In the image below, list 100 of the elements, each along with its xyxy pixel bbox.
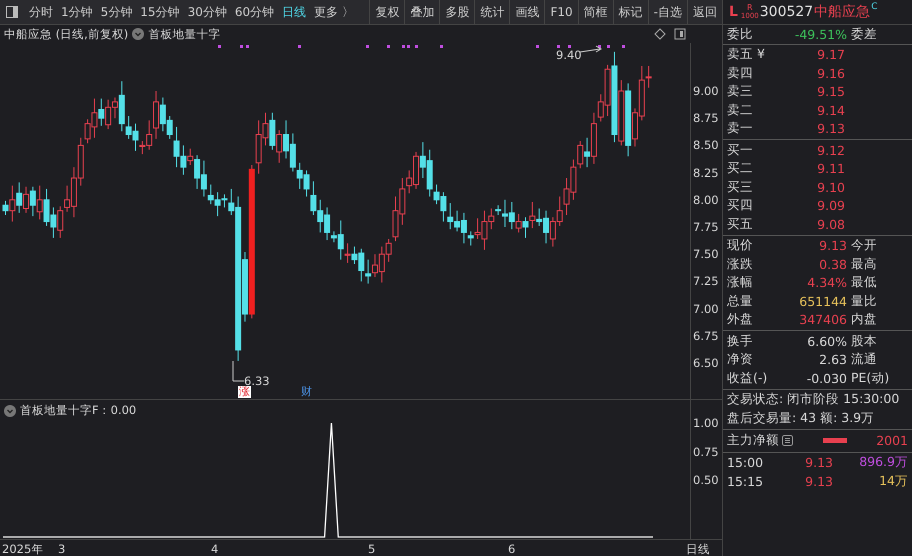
price-tick: 7.00 bbox=[693, 302, 719, 316]
ratio-value: -49.51% bbox=[794, 26, 847, 42]
class-letter: C bbox=[871, 2, 878, 12]
chart-title: 中船应急 (日线,前复权) bbox=[4, 26, 128, 42]
bid-price: 9.08 bbox=[816, 216, 845, 232]
period-tab[interactable]: 60分钟 bbox=[230, 4, 278, 20]
stat-value: 4.34% bbox=[806, 275, 847, 290]
ask-label: 卖三 bbox=[727, 83, 754, 100]
diamond-icon[interactable] bbox=[654, 28, 666, 40]
period-tab[interactable]: 日线 bbox=[278, 4, 310, 20]
stat-value: 6.60% bbox=[806, 334, 847, 349]
toolbar-button[interactable]: 复权 bbox=[369, 0, 404, 24]
ask-label: 卖五 ¥ bbox=[727, 46, 766, 64]
indicator-name: 首板地量十字F bbox=[20, 403, 99, 418]
flow-value: 2001 bbox=[876, 433, 908, 448]
price-tick: 9.00 bbox=[693, 84, 719, 98]
period-label: 日线 bbox=[686, 542, 710, 556]
stat-label: 换手 bbox=[727, 332, 754, 350]
price-tick: 6.75 bbox=[693, 328, 719, 343]
period-tab[interactable]: 1分钟 bbox=[57, 4, 97, 20]
price-tick: 7.75 bbox=[693, 220, 719, 234]
rank-letter: R bbox=[747, 4, 753, 12]
stat-value: 651144 bbox=[798, 294, 847, 309]
dropdown-icon[interactable] bbox=[4, 404, 16, 416]
stat-value: 2.63 bbox=[818, 352, 847, 368]
dropdown-icon[interactable] bbox=[132, 28, 144, 40]
stat-label: 总量 bbox=[727, 292, 754, 310]
bid-price: 9.12 bbox=[816, 142, 845, 158]
trade-status: 交易状态: 闭市阶段 15:30:00 bbox=[727, 391, 900, 408]
event-marker[interactable]: 涨 bbox=[238, 386, 251, 398]
list-icon[interactable] bbox=[782, 435, 793, 446]
stat-label: 外盘 bbox=[727, 311, 754, 328]
toolbar-button[interactable]: 多股 bbox=[439, 0, 474, 24]
bid-label: 买五 bbox=[727, 216, 754, 233]
toolbar-button[interactable]: -自选 bbox=[648, 0, 687, 24]
stat-label: 今开 bbox=[851, 237, 877, 254]
toolbar-button[interactable]: 标记 bbox=[612, 0, 648, 24]
tick-time: 15:15 bbox=[727, 474, 764, 489]
stat-label: 现价 bbox=[727, 237, 754, 254]
panel-toggle-icon[interactable] bbox=[6, 6, 18, 18]
period-tab[interactable]: 分时 bbox=[25, 4, 57, 20]
ask-price: 9.15 bbox=[816, 84, 845, 100]
period-tab[interactable]: 30分钟 bbox=[184, 4, 231, 20]
tick-volume: 896.9万 bbox=[859, 454, 908, 472]
tick-price: 9.13 bbox=[804, 455, 833, 470]
bid-label: 买四 bbox=[727, 197, 754, 214]
period-tab[interactable]: 5分钟 bbox=[96, 4, 136, 20]
price-tick: 7.25 bbox=[693, 274, 719, 288]
bid-price: 9.09 bbox=[816, 198, 845, 214]
flow-label: 主力净额 bbox=[727, 432, 779, 449]
ratio-label: 委比 bbox=[727, 26, 754, 43]
stat-label: 涨幅 bbox=[727, 274, 754, 292]
stat-label: 股本 bbox=[851, 332, 877, 350]
date-label: 5 bbox=[368, 542, 376, 556]
toolbar-button[interactable]: 叠加 bbox=[404, 0, 440, 24]
toolbar-button[interactable]: 返回 bbox=[687, 0, 722, 24]
high-price-label: 9.40 bbox=[556, 48, 582, 62]
ask-price: 9.14 bbox=[816, 102, 845, 118]
bid-label: 买一 bbox=[727, 142, 754, 159]
event-marker[interactable]: 财 bbox=[300, 386, 313, 398]
ask-price: 9.16 bbox=[816, 66, 845, 81]
bid-price: 9.11 bbox=[816, 161, 845, 176]
indicator-value: ：0.00 bbox=[98, 403, 136, 418]
tick-volume: 14万 bbox=[879, 472, 908, 490]
stat-label: 涨跌 bbox=[727, 256, 754, 273]
ask-label: 卖二 bbox=[727, 102, 754, 119]
period-tab[interactable]: 15分钟 bbox=[136, 4, 184, 20]
stat-value: -0.030 bbox=[806, 370, 847, 386]
diff-label: 委差 bbox=[851, 26, 877, 43]
after-hours-volume: 盘后交易量: 43 额: 3.9万 bbox=[727, 410, 874, 427]
toolbar-button[interactable]: 画线 bbox=[509, 0, 544, 24]
tick-time: 15:00 bbox=[727, 455, 764, 470]
ask-price: 9.17 bbox=[816, 47, 845, 62]
ask-price: 9.13 bbox=[816, 121, 845, 136]
stat-label: 最低 bbox=[851, 274, 877, 292]
bid-label: 买二 bbox=[727, 160, 754, 178]
indicator-tick: 0.50 bbox=[693, 473, 719, 487]
flow-bar bbox=[823, 438, 847, 443]
ask-label: 卖四 bbox=[727, 64, 754, 82]
price-tick: 8.50 bbox=[693, 138, 719, 152]
price-tick: 8.75 bbox=[693, 111, 719, 126]
indicator-name[interactable]: 首板地量十字 bbox=[148, 26, 220, 42]
stat-label: PE(动) bbox=[851, 370, 890, 387]
price-tick: 6.50 bbox=[693, 356, 719, 370]
stat-label: 最高 bbox=[851, 256, 877, 273]
ask-label: 卖一 bbox=[727, 120, 754, 138]
stock-name: 中船应急 bbox=[814, 3, 870, 21]
low-leader-line bbox=[232, 360, 244, 382]
period-tab[interactable]: 更多 〉 bbox=[310, 4, 358, 20]
toolbar-button[interactable]: F10 bbox=[544, 0, 578, 24]
toolbar-button[interactable]: 简框 bbox=[578, 0, 613, 24]
price-tick: 7.50 bbox=[693, 247, 719, 262]
stat-label: 流通 bbox=[851, 351, 877, 368]
stat-label: 净资 bbox=[727, 351, 754, 368]
indicator-tick: 0.75 bbox=[693, 444, 719, 458]
toolbar-button[interactable]: 统计 bbox=[474, 0, 510, 24]
stock-code: 300527 bbox=[760, 4, 814, 20]
panel-toggle-icon[interactable] bbox=[674, 28, 686, 40]
stat-label: 内盘 bbox=[851, 311, 877, 328]
bid-label: 买三 bbox=[727, 178, 754, 196]
